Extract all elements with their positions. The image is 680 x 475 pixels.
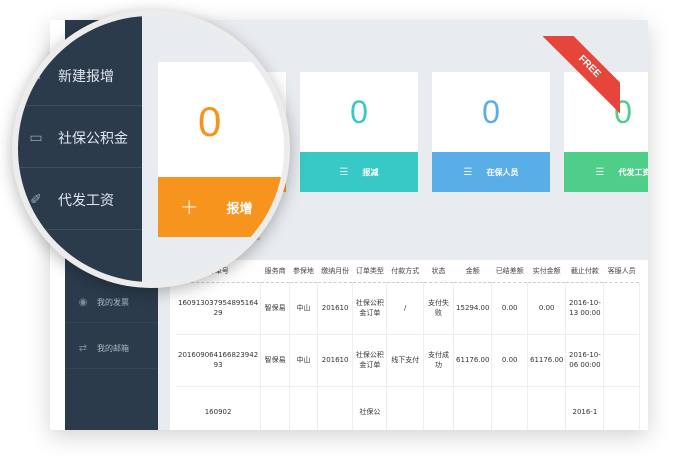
card-payroll-bar[interactable]: ☰ 代发工资 [564, 152, 648, 192]
cell-location: 中山 [289, 334, 318, 387]
col-provider[interactable]: 服务商 [260, 260, 290, 283]
cell-order-no[interactable]: 201609064166823942 93 [176, 334, 262, 387]
list-icon: ☰ [339, 166, 349, 178]
table-row[interactable]: 160902 社保公 2016-1 [176, 386, 640, 430]
magnifier-lens: ✎ 新建报增 ▭ 社保公积金 ✐ 代发工资 0 + 报增 [12, 10, 290, 288]
cell-payment: 线下支付 [386, 334, 425, 387]
table-row[interactable]: 201609064166823942 93 智保易 中山 201610 社保公积… [176, 334, 640, 387]
cell-type: 社保公积金订单 [352, 282, 388, 335]
cell-paid [527, 386, 567, 430]
cell-provider: 智保易 [260, 282, 291, 335]
card-reduce-value: 0 [350, 94, 368, 130]
plus-icon: + [180, 194, 199, 220]
eye-icon: ◉ [78, 297, 88, 308]
magnified-sidebar: ✎ 新建报增 ▭ 社保公积金 ✐ 代发工资 [18, 16, 142, 282]
cell-order-no[interactable]: 160902 [176, 386, 262, 430]
cell-deadline: 2016-10-06 00:00 [565, 334, 605, 387]
list-icon: ☰ [463, 166, 473, 178]
ribbon-container: FREE [530, 36, 620, 126]
col-amount[interactable]: 金额 [453, 260, 492, 283]
cell-status [423, 386, 455, 430]
col-paid[interactable]: 实付金额 [527, 260, 566, 283]
edit-icon: ✎ [30, 67, 42, 84]
cell-settled: 0.00 [491, 282, 528, 335]
col-settled[interactable]: 已结差额 [491, 260, 528, 283]
cell-month: 201610 [317, 282, 354, 335]
card-reduce[interactable]: 0 ☰ 报减 [300, 72, 418, 192]
pen-icon: ✐ [30, 191, 42, 208]
cell-settled [491, 386, 528, 430]
card-reduce-bar[interactable]: ☰ 报减 [300, 152, 418, 192]
cell-type: 社保公 [352, 386, 388, 430]
cell-location: 中山 [289, 282, 318, 335]
sidebar-item-label: 社保公积金 [58, 130, 128, 147]
cell-status: 支付成功 [423, 334, 455, 387]
card-insured-bar[interactable]: ☰ 在保人员 [432, 152, 550, 192]
magnified-card-add[interactable]: 0 + 报增 [158, 62, 284, 237]
sidebar-item-new-report[interactable]: ✎ 新建报增 [18, 46, 142, 106]
cell-location [289, 386, 318, 430]
cell-month: 201610 [317, 334, 354, 387]
refresh-icon: ⇄ [78, 343, 88, 354]
sidebar-item-invoices[interactable]: ◉ 我的发票 [65, 283, 158, 323]
cell-provider: 智保易 [260, 334, 291, 387]
cell-agent [603, 282, 640, 335]
sidebar-item-label: 我的邮箱 [97, 344, 129, 353]
cell-paid: 61176.00 [527, 334, 567, 387]
cell-status: 支付失败 [423, 282, 455, 335]
cell-deadline: 2016-1 [565, 386, 605, 430]
table-row[interactable]: 160913037954895164 29 智保易 中山 201610 社保公积… [176, 282, 640, 335]
magnified-card-value: 0 [198, 98, 222, 145]
card-insured-label: 在保人员 [486, 167, 519, 177]
col-month[interactable]: 缴纳月份 [317, 260, 353, 283]
orders-table-panel: 订单号 服务商 参保地 缴纳月份 订单类型 付款方式 状态 金额 已结差额 实付… [170, 260, 648, 430]
cell-payment [386, 386, 425, 430]
cell-month [317, 386, 354, 430]
col-status[interactable]: 状态 [423, 260, 454, 283]
cell-deadline: 2016-10-13 00:00 [565, 282, 605, 335]
cell-order-no[interactable]: 160913037954895164 29 [176, 282, 262, 335]
sidebar-item-social-security[interactable]: ▭ 社保公积金 [18, 108, 142, 168]
col-location[interactable]: 参保地 [289, 260, 318, 283]
card-icon: ▭ [29, 129, 43, 146]
col-type[interactable]: 订单类型 [352, 260, 387, 283]
cell-paid: 0.00 [527, 282, 567, 335]
table-header-row: 订单号 服务商 参保地 缴纳月份 订单类型 付款方式 状态 金额 已结差额 实付… [176, 260, 640, 283]
cell-payment: / [386, 282, 425, 335]
sidebar-item-mailbox[interactable]: ⇄ 我的邮箱 [65, 329, 158, 369]
list-icon: ☰ [595, 166, 605, 178]
cell-agent [603, 386, 640, 430]
cell-settled: 0.00 [491, 334, 528, 387]
card-reduce-label: 报减 [362, 167, 379, 177]
magnified-add-label: 报增 [226, 201, 253, 217]
cell-amount: 15294.00 [453, 282, 493, 335]
orders-table: 订单号 服务商 参保地 缴纳月份 订单类型 付款方式 状态 金额 已结差额 实付… [176, 260, 640, 430]
magnified-add-button[interactable]: + 报增 [158, 177, 284, 237]
col-payment[interactable]: 付款方式 [386, 260, 424, 283]
cell-type: 社保公积金订单 [352, 334, 388, 387]
card-payroll-label: 代发工资 [618, 167, 648, 177]
sidebar-item-label: 我的发票 [97, 298, 129, 307]
cell-provider [260, 386, 291, 430]
cell-amount: 61176.00 [453, 334, 493, 387]
cell-amount [453, 386, 493, 430]
free-ribbon: FREE [535, 36, 620, 121]
sidebar-item-payroll[interactable]: ✐ 代发工资 [18, 170, 142, 230]
col-agent[interactable]: 客服人员 [603, 260, 640, 283]
cell-agent [603, 334, 640, 387]
col-deadline[interactable]: 截止付款 [565, 260, 604, 283]
sidebar-item-label: 新建报增 [58, 68, 114, 85]
sidebar-item-label: 代发工资 [58, 192, 114, 209]
